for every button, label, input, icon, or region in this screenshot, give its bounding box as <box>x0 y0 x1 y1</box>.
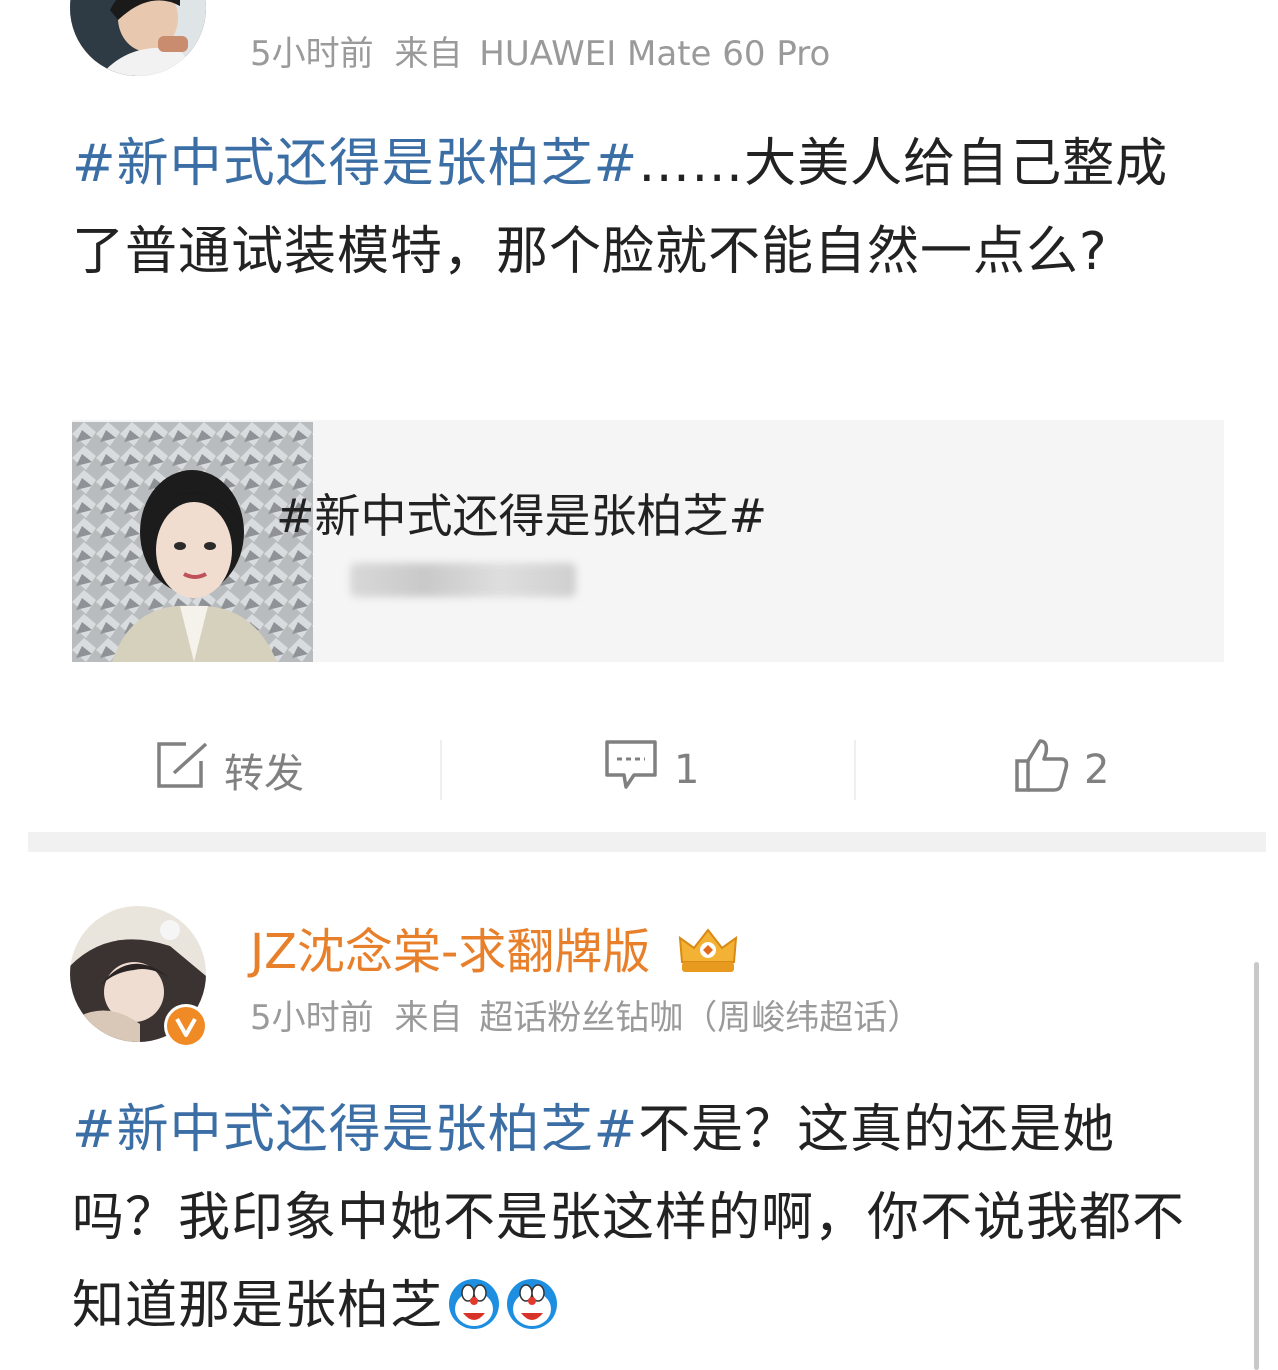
like-count: 2 <box>1084 747 1110 793</box>
action-divider <box>440 740 442 800</box>
action-divider <box>854 740 856 800</box>
comment-count: 1 <box>674 747 700 793</box>
post-separator <box>28 832 1266 852</box>
thumbs-up-icon <box>1014 737 1070 803</box>
scrollbar-thumb[interactable] <box>1254 962 1259 1370</box>
post-body: #新中式还得是张柏芝#……大美人给自己整成了普通试装模特，那个脸就不能自然一点么… <box>72 120 1212 296</box>
doraemon-emoji-icon <box>505 1270 559 1358</box>
topic-card-title[interactable]: #新中式还得是张柏芝# <box>276 480 767 546</box>
username-link[interactable]: JZ沈念棠-求翻牌版 <box>250 912 740 988</box>
comment-icon <box>604 739 658 801</box>
source-prefix: 来自 <box>394 998 463 1038</box>
post-time: 5小时前 <box>250 34 374 74</box>
repost-button[interactable]: 转发 <box>156 740 304 800</box>
post-body: #新中式还得是张柏芝#不是？这真的还是她吗？我印象中她不是张这样的啊，你不说我都… <box>72 1086 1212 1358</box>
post-time: 5小时前 <box>250 998 374 1038</box>
source-prefix: 来自 <box>394 34 463 74</box>
doraemon-emoji-icon <box>447 1270 501 1358</box>
post-source: 超话粉丝钻咖（周峻纬超话） <box>479 998 922 1038</box>
repost-label: 转发 <box>224 751 304 797</box>
post-meta: 5小时前 来自 超话粉丝钻咖（周峻纬超话） <box>250 990 921 1039</box>
post-device: HUAWEI Mate 60 Pro <box>479 34 831 74</box>
like-button[interactable]: 2 <box>1014 737 1110 803</box>
repost-icon <box>156 741 210 799</box>
crown-badge-icon <box>676 926 740 988</box>
post-meta: 5小时前 来自 HUAWEI Mate 60 Pro <box>250 26 830 75</box>
verified-badge <box>164 1004 208 1048</box>
hashtag-link[interactable]: #新中式还得是张柏芝# <box>72 134 638 194</box>
topic-card-stats-blurred <box>350 563 576 597</box>
author-avatar[interactable] <box>70 0 206 76</box>
username-text: JZ沈念棠-求翻牌版 <box>250 924 651 980</box>
comment-button[interactable]: 1 <box>604 740 699 800</box>
hashtag-link[interactable]: #新中式还得是张柏芝# <box>72 1100 638 1160</box>
